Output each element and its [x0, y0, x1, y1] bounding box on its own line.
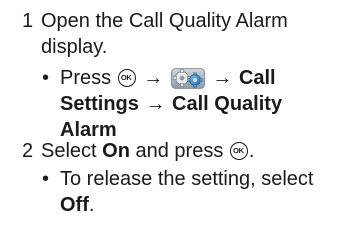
step-text-line: Open the Call Quality Alarm [41, 10, 288, 32]
menu-item-call: Call [238, 67, 276, 89]
ok-key-icon: OK [117, 69, 136, 87]
arrow-icon: → [143, 67, 164, 89]
ok-key-label: OK [120, 73, 132, 82]
instruction-page: 1 Open the Call Quality Alarm display. •… [0, 0, 362, 245]
step-number: 1 [22, 10, 34, 32]
settings-gear-icon [170, 68, 205, 89]
step-2: 2 Select On and press OK. • To release t… [0, 138, 362, 238]
menu-item-call-quality: Call Quality [172, 93, 283, 115]
ok-key-icon: OK [229, 142, 248, 160]
select-label: Select [41, 140, 97, 162]
option-on: On [102, 140, 130, 162]
step-number: 2 [22, 140, 34, 162]
ok-key-label: OK [233, 146, 244, 155]
menu-item-settings: Settings [60, 93, 139, 115]
step-text-line: display. [41, 36, 108, 58]
bullet-dot: • [42, 168, 50, 190]
press-label: Press [60, 67, 112, 89]
period: . [248, 140, 255, 162]
and-press-label: and press [135, 140, 224, 162]
option-off: Off [60, 194, 89, 216]
bullet-text-line: To release the setting, select [60, 168, 314, 190]
period: . [88, 194, 95, 216]
arrow-icon: → [212, 67, 233, 89]
step-1: 1 Open the Call Quality Alarm display. •… [0, 8, 362, 141]
arrow-icon: → [145, 93, 166, 115]
step-text: Open the Call Quality Alarm display. [41, 8, 351, 60]
bullet-dot: • [42, 67, 50, 89]
bullet-text: To release the setting, select Off. [60, 166, 360, 218]
step-text: Select On and press OK. [41, 138, 351, 164]
bullet-text: Press OK → → Call Settings → Call Qualit… [60, 65, 360, 143]
